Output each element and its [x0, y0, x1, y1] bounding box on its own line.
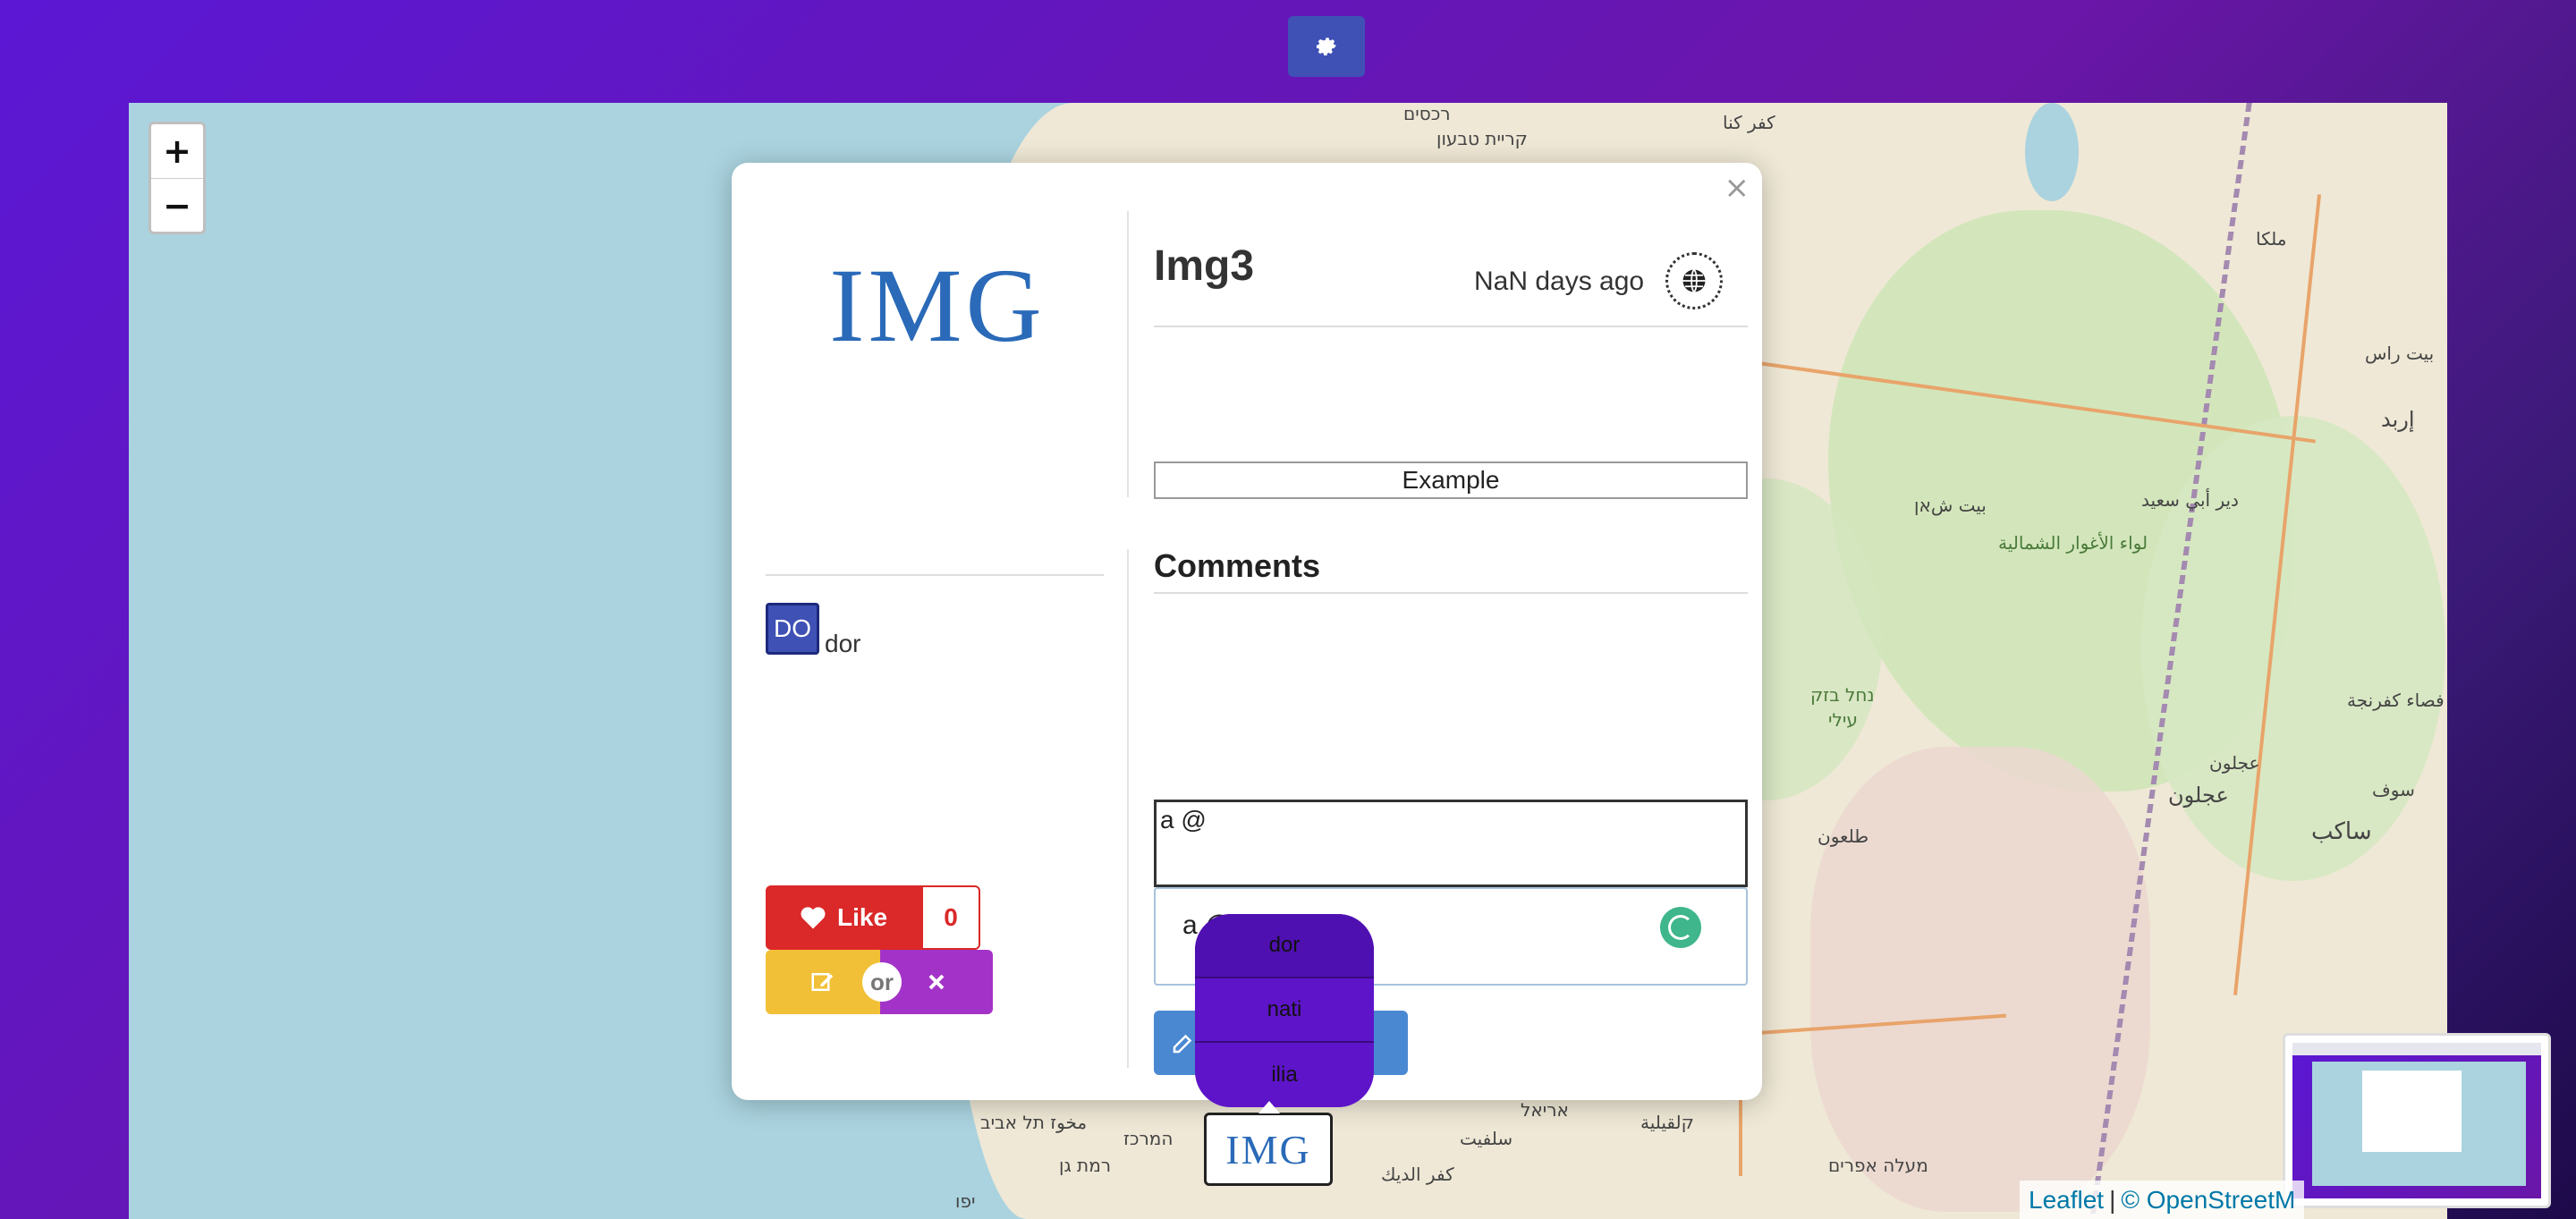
- map-label: لواء الأغوار الشمالية: [1998, 532, 2148, 554]
- map-label: فصاء كفرنجة: [2347, 690, 2445, 711]
- map-label: עילי: [1828, 709, 1858, 731]
- map-label: مخوז תל אביב: [980, 1112, 1088, 1133]
- map-label: كفر الديك: [1381, 1164, 1454, 1185]
- divider: [1127, 211, 1129, 497]
- forest-area: [2141, 416, 2445, 881]
- map-label: מעלה אפרים: [1828, 1155, 1928, 1176]
- loading-spinner-icon: [1660, 907, 1701, 948]
- gear-icon: [1316, 38, 1336, 56]
- like-control: Like 0: [766, 885, 980, 950]
- or-separator: or: [862, 962, 902, 1002]
- comments-heading: Comments: [1154, 547, 1321, 584]
- mention-suggestions: dor nati ilia: [1195, 914, 1374, 1107]
- map-label: طلعون: [1818, 825, 1869, 847]
- like-label: Like: [836, 903, 888, 931]
- map-label: عجلون: [2209, 752, 2260, 774]
- restricted-area: [1810, 747, 2150, 1212]
- globe-icon: [1682, 268, 1706, 293]
- mention-option[interactable]: ilia: [1195, 1043, 1374, 1107]
- map-label: אריאל: [1521, 1099, 1569, 1121]
- map-label: سلفيت: [1460, 1128, 1513, 1149]
- attribution-separator: |: [2109, 1185, 2116, 1214]
- visibility-button[interactable]: [1665, 252, 1723, 309]
- map-label: נחל בזק: [1810, 684, 1875, 706]
- image-logo: IMG: [829, 247, 1046, 364]
- map-label: عجلون: [2168, 783, 2229, 808]
- map-label: המרכז: [1123, 1128, 1174, 1149]
- map-label: دير أبي سعيد: [2141, 489, 2239, 511]
- edit-delete-group: or: [766, 950, 993, 1014]
- map-label: بيت راس: [2365, 343, 2435, 364]
- map-label: קلقيلية: [1640, 1112, 1694, 1133]
- map-label: ساكب: [2311, 818, 2372, 845]
- map-label: רמת גן: [1059, 1155, 1112, 1176]
- divider: [1127, 549, 1129, 1068]
- map-label: إربد: [2381, 407, 2415, 432]
- settings-button[interactable]: [1288, 16, 1365, 77]
- map-label: سوف: [2372, 779, 2415, 800]
- zoom-control: + −: [148, 122, 206, 234]
- map-label: بيت شאן: [1914, 495, 1987, 516]
- divider: [1154, 326, 1748, 327]
- map-label: ملكا: [2256, 228, 2287, 250]
- zoom-out-button[interactable]: −: [151, 178, 203, 232]
- map-marker[interactable]: IMG: [1204, 1101, 1333, 1186]
- mention-option[interactable]: dor: [1195, 914, 1374, 978]
- leaflet-link[interactable]: Leaflet: [2029, 1186, 2104, 1215]
- zoom-in-button[interactable]: +: [151, 124, 203, 178]
- minimap-modal: [2361, 1071, 2462, 1152]
- comment-preview: a @: [1154, 800, 1748, 887]
- edit-icon: [1173, 1034, 1192, 1054]
- heart-icon: [801, 907, 826, 929]
- avatar: DO: [766, 603, 819, 655]
- image-title: Img3: [1154, 242, 1255, 290]
- tag-label: Example: [1154, 461, 1748, 499]
- minimap[interactable]: [2283, 1033, 2551, 1208]
- map-label: קריית טבעון: [1436, 128, 1528, 149]
- mention-option[interactable]: nati: [1195, 978, 1374, 1043]
- minimap-toolbar: [2292, 1043, 2541, 1055]
- like-count: 0: [921, 885, 980, 950]
- close-button[interactable]: ×: [1724, 170, 1750, 206]
- divider: [766, 574, 1104, 576]
- map-label: יפו: [955, 1190, 976, 1212]
- like-button[interactable]: Like: [766, 885, 921, 950]
- osm-link[interactable]: © OpenStreetM: [2121, 1186, 2295, 1215]
- timestamp: NaN days ago: [1474, 267, 1645, 296]
- close-icon: [928, 974, 945, 990]
- edit-icon: [811, 973, 834, 991]
- lake: [2025, 103, 2079, 201]
- map-label: كفر كنا: [1723, 112, 1775, 133]
- divider: [1154, 592, 1748, 594]
- minimap-preview: [2292, 1043, 2541, 1198]
- username: dor: [825, 630, 861, 657]
- map-attribution: Leaflet | © OpenStreetM: [2020, 1181, 2305, 1219]
- map-label: רכסים: [1403, 103, 1451, 124]
